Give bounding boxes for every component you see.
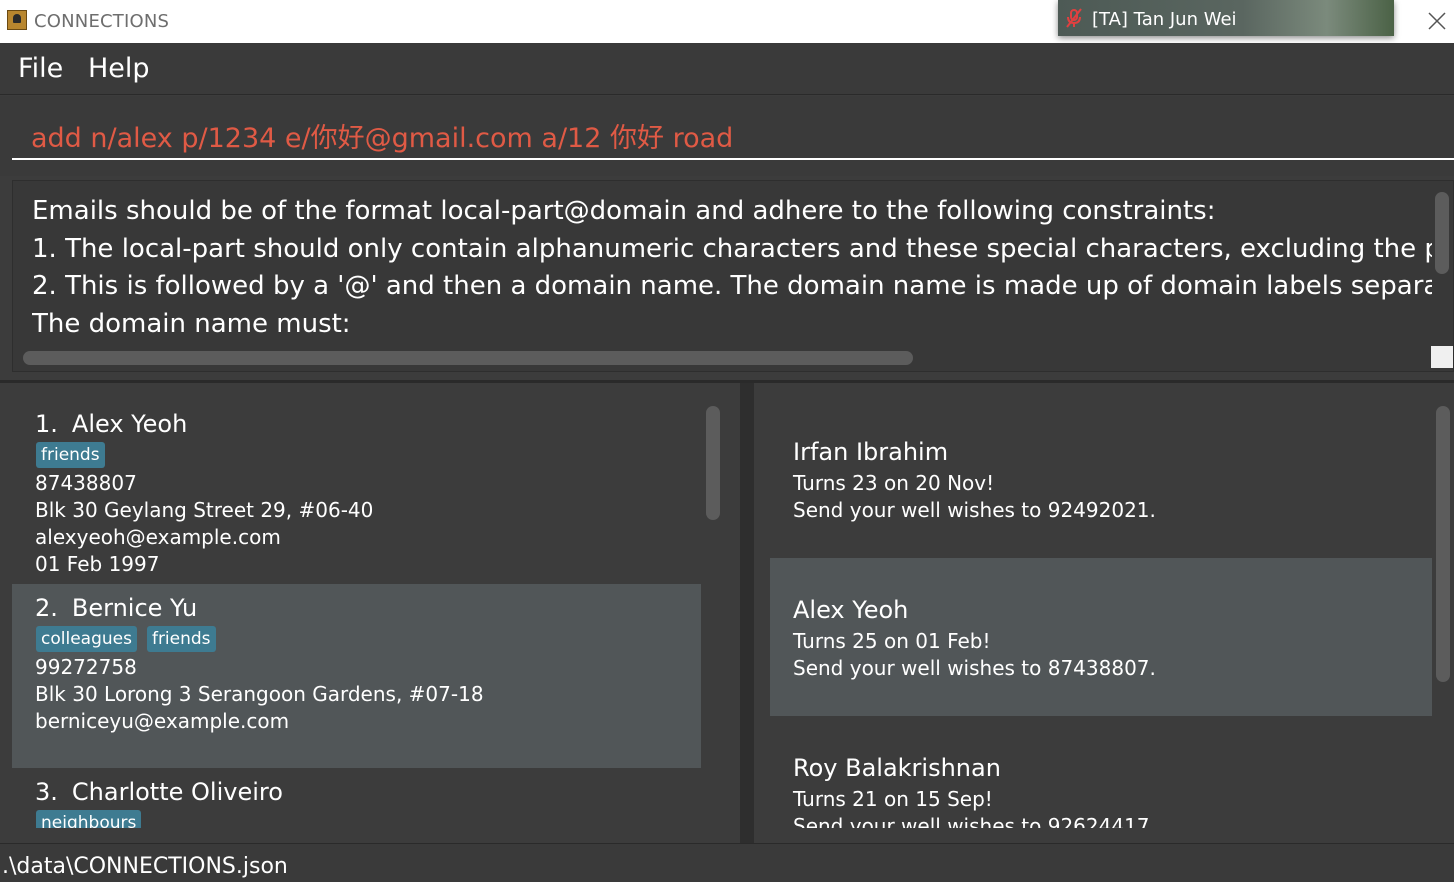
result-line: 2. This is followed by a '@' and then a … <box>32 271 1432 301</box>
person-address: Blk 30 Lorong 3 Serangoon Gardens, #07-1… <box>35 682 484 706</box>
person-index: 2. <box>35 594 58 622</box>
command-box <box>0 96 1454 176</box>
person-name-text: Charlotte Oliveiro <box>71 778 283 806</box>
birthday-wishes: Send your well wishes to 92624417. <box>793 814 1156 828</box>
birthday-wishes: Send your well wishes to 92492021. <box>793 498 1156 522</box>
person-phone: 87438807 <box>35 471 137 495</box>
birthday-card[interactable]: Roy Balakrishnan Turns 21 on 15 Sep! Sen… <box>770 716 1432 828</box>
birthday-turns: Turns 21 on 15 Sep! <box>793 787 993 811</box>
result-display: Emails should be of the format local-par… <box>12 180 1454 372</box>
muted-mic-icon[interactable] <box>1064 8 1084 28</box>
result-vertical-scrollbar[interactable] <box>1435 192 1449 274</box>
result-line: The domain name must: <box>32 308 351 339</box>
person-name-text: Bernice Yu <box>71 594 198 622</box>
menu-help[interactable]: Help <box>88 53 150 84</box>
person-index: 3. <box>35 778 58 806</box>
person-name: 2. Bernice Yu <box>35 594 197 622</box>
person-birthday: 01 Feb 1997 <box>35 552 160 576</box>
tag-list: friends <box>36 442 105 468</box>
birthday-turns: Turns 25 on 01 Feb! <box>793 629 991 653</box>
person-card[interactable]: 1. Alex Yeoh friends 87438807 Blk 30 Geyl… <box>12 400 701 584</box>
birthday-card[interactable]: Irfan Ibrahim Turns 23 on 20 Nov! Send y… <box>770 400 1432 558</box>
scroll-corner <box>1431 346 1453 368</box>
person-address: Blk 30 Geylang Street 29, #06-40 <box>35 498 374 522</box>
birthday-name: Roy Balakrishnan <box>793 754 1001 782</box>
person-list-scrollbar[interactable] <box>706 406 720 520</box>
birthday-card[interactable]: Alex Yeoh Turns 25 on 01 Feb! Send your … <box>770 558 1432 716</box>
participant-name: [TA] Tan Jun Wei <box>1092 9 1237 30</box>
tag: colleagues <box>36 626 137 652</box>
tag: friends <box>36 442 105 468</box>
result-text: Emails should be of the format local-par… <box>32 193 1432 343</box>
person-name: 3. Charlotte Oliveiro <box>35 778 283 806</box>
data-file-path: .\data\CONNECTIONS.json <box>2 854 288 879</box>
person-card[interactable]: 3. Charlotte Oliveiro neighbours <box>12 768 701 828</box>
close-icon[interactable] <box>1424 8 1450 34</box>
person-name: 1. Alex Yeoh <box>35 410 187 438</box>
result-horizontal-scrollbar[interactable] <box>23 351 913 365</box>
birthday-wishes: Send your well wishes to 87438807. <box>793 656 1156 680</box>
birthday-reminder-list: Irfan Ibrahim Turns 23 on 20 Nov! Send y… <box>770 400 1432 828</box>
meeting-overlay[interactable]: [TA] Tan Jun Wei <box>1058 0 1394 36</box>
command-input[interactable] <box>12 112 1454 160</box>
result-line: 1. The local-part should only contain al… <box>32 233 1432 264</box>
person-name-text: Alex Yeoh <box>71 410 188 438</box>
person-phone: 99272758 <box>35 655 137 679</box>
tag-list: colleagues friends <box>36 626 216 652</box>
window-title: CONNECTIONS <box>34 11 170 32</box>
birthday-turns: Turns 23 on 20 Nov! <box>793 471 995 495</box>
status-bar: .\data\CONNECTIONS.json <box>0 843 1454 882</box>
panel-divider[interactable] <box>740 383 754 843</box>
birthday-list-scrollbar[interactable] <box>1436 406 1450 682</box>
menu-file[interactable]: File <box>18 53 63 84</box>
tag: friends <box>146 626 216 652</box>
tag: neighbours <box>36 810 142 828</box>
person-email: alexyeoh@example.com <box>35 525 281 549</box>
person-email: berniceyu@example.com <box>35 709 290 733</box>
birthday-name: Alex Yeoh <box>793 596 909 624</box>
person-index: 1. <box>35 410 58 438</box>
person-list: 1. Alex Yeoh friends 87438807 Blk 30 Geyl… <box>12 400 701 828</box>
tag-list: neighbours <box>36 810 142 828</box>
result-line: Emails should be of the format local-par… <box>32 196 1216 226</box>
divider <box>0 380 1454 383</box>
menu-bar: File Help <box>0 43 1454 95</box>
person-card-selected[interactable]: 2. Bernice Yu colleagues friends 99272758… <box>12 584 701 768</box>
contact-book-icon <box>7 10 27 30</box>
title-bar: CONNECTIONS [TA] Tan Jun Wei <box>0 0 1454 43</box>
birthday-name: Irfan Ibrahim <box>793 438 949 466</box>
